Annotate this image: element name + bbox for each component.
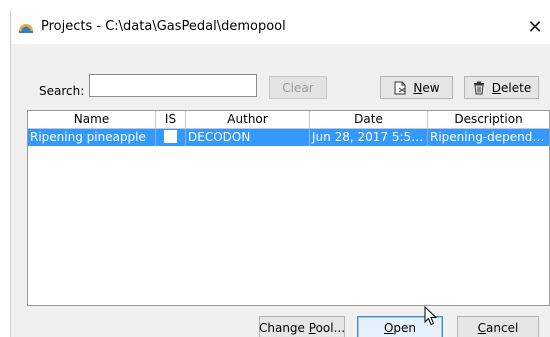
cell-description: Ripening-dependen... xyxy=(430,130,549,144)
change-pool-button[interactable]: Change Pool... xyxy=(259,316,345,337)
window-title: Projects - C:\data\GasPedal\demopool xyxy=(41,19,286,34)
cell-name: Ripening pineapple xyxy=(28,129,156,146)
table-row[interactable]: Ripening pineapple DECODON Jun 28, 2017 … xyxy=(28,129,549,146)
close-button[interactable]: ✕ xyxy=(519,12,550,42)
is-checkbox[interactable] xyxy=(164,130,177,143)
mouse-pointer-icon xyxy=(424,306,438,326)
column-header-description[interactable]: Description xyxy=(428,111,549,129)
dialog-body: Search: Clear New Delete Name IS Author … xyxy=(11,44,550,337)
search-input[interactable] xyxy=(89,74,257,97)
trash-icon xyxy=(473,81,484,94)
new-button[interactable]: New xyxy=(380,76,453,99)
table-header: Name IS Author Date Description xyxy=(28,111,549,129)
cell-date: Jun 28, 2017 5:56 PM xyxy=(312,129,428,146)
gaspedal-logo-icon xyxy=(19,24,33,33)
cell-is xyxy=(156,129,186,146)
projects-dialog: Projects - C:\data\GasPedal\demopool ✕ S… xyxy=(10,10,550,337)
delete-button[interactable]: Delete xyxy=(464,76,539,99)
cancel-button[interactable]: Cancel xyxy=(457,316,539,337)
projects-table[interactable]: Name IS Author Date Description Ripening… xyxy=(27,110,550,306)
title-bar: Projects - C:\data\GasPedal\demopool ✕ xyxy=(11,10,550,44)
search-label: Search: xyxy=(39,84,85,98)
new-project-icon xyxy=(394,81,406,94)
cell-author: DECODON xyxy=(186,129,310,146)
clear-button[interactable]: Clear xyxy=(269,76,327,99)
column-header-name[interactable]: Name xyxy=(28,111,156,129)
close-icon: ✕ xyxy=(527,16,543,38)
column-header-is[interactable]: IS xyxy=(156,111,186,129)
column-header-date[interactable]: Date xyxy=(310,111,428,129)
column-header-author[interactable]: Author xyxy=(186,111,310,129)
